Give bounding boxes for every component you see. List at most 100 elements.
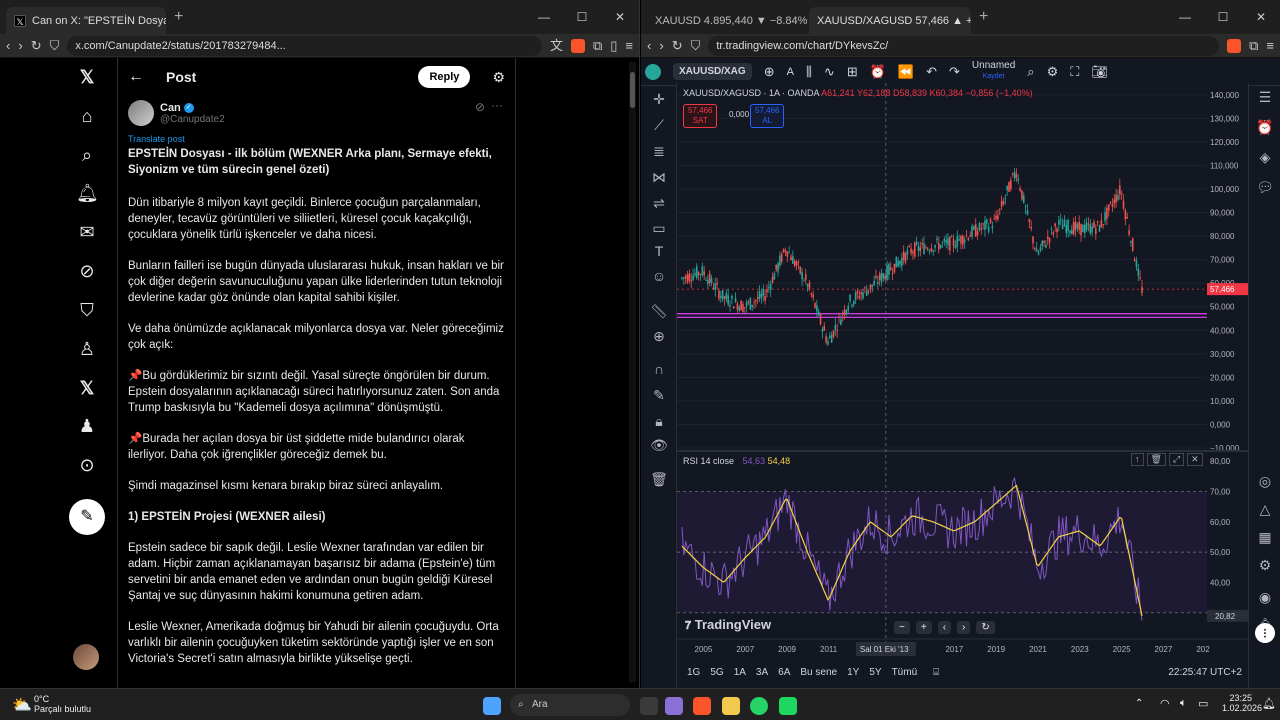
browser-tab-xauusd[interactable]: XAUUSD 4.895,440 ▼ −8.84% Unnam ✕ [647,7,809,34]
more-icon[interactable]: ⊙ [76,454,98,476]
icon-tool-icon[interactable]: ☺ [649,268,669,284]
compose-post-button[interactable]: ✎ [69,499,105,535]
grok-icon[interactable]: ⊘ [76,260,98,282]
price-chart[interactable]: 140,000 130,000 120,000 110,000 100,000 90,00… [677,83,1248,660]
new-tab-icon[interactable]: + [174,8,183,26]
interval-button[interactable]: A [787,66,794,78]
scrollbar-thumb[interactable] [630,72,635,108]
author-name[interactable]: Can [160,102,181,114]
timeframe-button[interactable]: 5Y [869,667,881,678]
zoom-in-button[interactable]: + [915,621,932,634]
notifications-icon[interactable]: 🔔︎ [76,182,99,204]
communities-icon[interactable]: ♙ [76,338,98,360]
magnet-icon[interactable]: ∩ [649,361,669,377]
home-icon[interactable]: ⌂ [76,105,98,127]
bookmark-icon[interactable]: ⛉ [691,39,701,52]
translate-post-link[interactable]: Translate post [118,130,515,144]
bookmarks-icon[interactable]: ⛉ [76,299,98,321]
alerts-icon[interactable]: ⏰ [1255,119,1275,136]
visibility-icon[interactable]: 👁︎ [649,437,669,454]
layout-icon[interactable]: ⊞ [847,64,858,80]
lock-icon[interactable]: 🔒︎ [649,413,669,430]
minimize-icon[interactable]: — [525,0,563,34]
bookmark-icon[interactable]: ⛉ [50,39,60,52]
fullscreen-icon[interactable]: ⛶ [1070,64,1079,80]
timeframe-button[interactable]: 1G [687,667,700,678]
sidebar-icon[interactable]: ▯ [610,39,617,52]
screener-icon[interactable]: ⚙ [1255,557,1275,574]
timeframe-button[interactable]: 1Y [847,667,859,678]
maximize-pane-icon[interactable]: ⤢ [1168,453,1185,466]
menu-icon[interactable]: ≡ [625,39,633,52]
rsi-label[interactable]: RSI 14 close [683,456,734,466]
close-window-icon[interactable]: ✕ [1242,0,1280,34]
chat-icon[interactable]: 💬︎ [1255,179,1275,196]
maximize-icon[interactable]: ☐ [1204,0,1242,34]
app-icon[interactable] [665,697,683,715]
settings-icon[interactable]: ⚙ [1047,64,1059,80]
start-icon[interactable] [483,697,501,715]
weather-icon[interactable]: ⛅ [12,695,32,715]
author-avatar[interactable] [128,100,154,126]
text-tool-icon[interactable]: T [649,243,669,259]
forward-icon[interactable]: › [659,39,663,52]
trash-icon[interactable]: 🗑︎ [649,471,669,488]
maximize-icon[interactable]: ☐ [563,0,601,34]
translate-icon[interactable]: 文 [550,39,563,52]
more-options-icon[interactable]: ··· [491,98,503,112]
network-icon[interactable]: ◠ [1160,697,1170,710]
brave-app-icon[interactable] [693,697,711,715]
minimize-icon[interactable]: — [1166,0,1204,34]
premium-icon[interactable]: 𝕏 [76,377,98,399]
symbol-search[interactable]: XAUUSD/XAG [673,63,752,80]
object-tree-icon[interactable]: ◈ [1255,149,1275,166]
calendar-icon[interactable]: ▦ [1255,529,1275,546]
url-field[interactable]: tr.tradingview.com/chart/DYkevsZc/ [708,35,1220,56]
bar-style-icon[interactable]: ⫼ [806,64,812,80]
profile-icon[interactable]: ♟ [76,415,98,437]
trend-line-icon[interactable]: ⟋ [649,117,669,134]
battery-icon[interactable]: ▭ [1198,697,1208,710]
timeframe-button[interactable]: 1A [734,667,746,678]
brave-shield-icon[interactable] [1227,38,1242,53]
reload-icon[interactable]: ↻ [672,39,683,52]
notifications-bell-icon[interactable]: 🔔︎ [1262,697,1276,710]
projection-icon[interactable]: ⇌ [649,195,669,212]
zoom-out-button[interactable]: − [894,621,910,634]
new-tab-icon[interactable]: + [979,8,988,26]
watchlist-icon[interactable]: ☰ [1255,89,1275,106]
page-scrollbar[interactable] [629,62,636,682]
close-window-icon[interactable]: ✕ [601,0,639,34]
timeframe-button[interactable]: 3A [756,667,768,678]
file-explorer-icon[interactable] [722,697,740,715]
task-view-icon[interactable] [640,697,658,715]
back-arrow-icon[interactable]: ← [128,68,144,86]
grok-explain-icon[interactable]: ⊘ [475,100,485,114]
tray-chevron-icon[interactable]: ⌃ [1135,698,1143,709]
timeframe-button[interactable]: Tümü [892,667,918,678]
ruler-icon[interactable]: 📏︎ [649,303,669,320]
delete-pane-icon[interactable]: 🗑︎ [1146,453,1166,466]
undo-icon[interactable]: ↶ [926,64,937,80]
alert-icon[interactable]: ⏰ [870,64,886,80]
date-range-icon[interactable]: ⌸ [933,667,939,678]
pine-icon[interactable]: △ [1255,501,1275,518]
forward-icon[interactable]: › [18,39,22,52]
reply-button[interactable]: Reply [418,66,471,88]
taskbar-clock[interactable]: 23:25 1.02.2026 [1222,693,1262,713]
add-symbol-icon[interactable]: ⊕ [764,64,775,80]
back-icon[interactable]: ‹ [6,39,10,52]
messages-icon[interactable]: ✉ [76,221,98,243]
replay-icon[interactable]: ⏪ [898,64,914,80]
account-avatar[interactable] [73,644,99,670]
author-handle[interactable]: @Canupdate2 [160,114,225,125]
menu-icon[interactable]: ≡ [1266,39,1274,52]
x-logo-icon[interactable]: 𝕏 [76,66,98,88]
zoom-in-icon[interactable]: ⊕ [649,328,669,345]
extensions-icon[interactable]: ⧉ [593,39,602,52]
scroll-right-button[interactable]: › [957,621,971,634]
brave-shield-icon[interactable] [570,38,585,53]
redo-icon[interactable]: ↷ [949,64,960,80]
chart-clock[interactable]: 22:25:47 UTC+2 [1168,667,1242,678]
fib-icon[interactable]: ≣ [649,143,669,160]
